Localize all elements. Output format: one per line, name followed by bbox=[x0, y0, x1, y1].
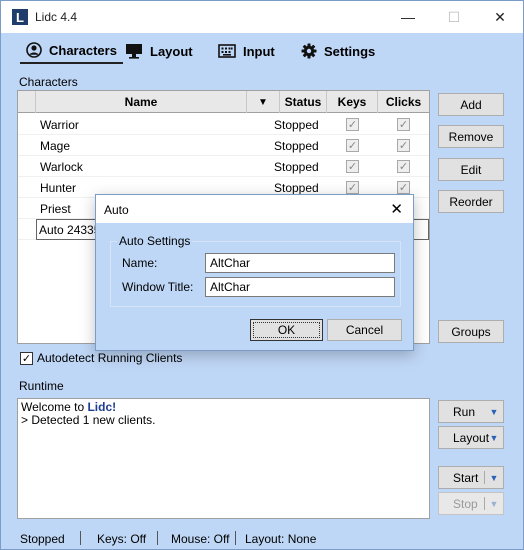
cell-status: Stopped bbox=[274, 117, 319, 132]
cell-name: Warrior bbox=[40, 117, 79, 132]
table-row[interactable]: Mage Stopped ✓ ✓ bbox=[18, 135, 429, 156]
name-field[interactable]: AltChar bbox=[205, 253, 395, 273]
auto-dialog: Auto ✕ Auto Settings Name: AltChar Windo… bbox=[95, 194, 414, 351]
user-icon bbox=[26, 42, 42, 58]
maximize-button[interactable]: ☐ bbox=[431, 1, 477, 33]
table-row[interactable]: Warlock Stopped ✓ ✓ bbox=[18, 156, 429, 177]
cancel-button[interactable]: Cancel bbox=[327, 319, 402, 341]
keys-checkbox[interactable]: ✓ bbox=[346, 139, 359, 152]
dropdown-arrow-icon: ▼ bbox=[489, 498, 499, 509]
monitor-icon bbox=[126, 44, 142, 59]
start-button[interactable]: Start ▼ bbox=[438, 466, 504, 489]
dialog-close-icon[interactable]: ✕ bbox=[390, 200, 403, 218]
tab-label: Characters bbox=[49, 42, 117, 58]
dropdown-arrow-icon: ▼ bbox=[489, 472, 499, 483]
column-header-status[interactable]: Status bbox=[280, 91, 327, 113]
tab-characters[interactable]: Characters bbox=[20, 38, 123, 64]
remove-button[interactable]: Remove bbox=[438, 125, 504, 148]
cell-name: Mage bbox=[40, 138, 71, 153]
column-header-name[interactable]: Name bbox=[36, 91, 247, 113]
clicks-checkbox[interactable]: ✓ bbox=[397, 181, 410, 194]
groups-button[interactable]: Groups bbox=[438, 320, 504, 343]
dropdown-arrow-icon: ▼ bbox=[489, 432, 499, 443]
auto-settings-group: Auto Settings Name: AltChar Window Title… bbox=[110, 234, 401, 307]
ok-button[interactable]: OK bbox=[250, 319, 323, 341]
window-title-field[interactable]: AltChar bbox=[205, 277, 395, 297]
runtime-log[interactable]: Welcome to Lidc! > Detected 1 new client… bbox=[17, 398, 430, 519]
tab-input[interactable]: Input bbox=[212, 38, 281, 64]
caret-down-icon: ▼ bbox=[258, 96, 268, 108]
keys-checkbox[interactable]: ✓ bbox=[346, 118, 359, 131]
clicks-checkbox[interactable]: ✓ bbox=[397, 160, 410, 173]
dialog-title: Auto bbox=[104, 203, 129, 217]
main-window: L Lidc 4.4 — ☐ ✕ Characters Layout Input… bbox=[0, 0, 524, 550]
runtime-section-label: Runtime bbox=[19, 379, 64, 393]
name-label: Name: bbox=[122, 256, 158, 270]
column-header-clicks[interactable]: Clicks bbox=[378, 91, 429, 113]
app-logo-icon: L bbox=[12, 9, 28, 25]
minimize-button[interactable]: — bbox=[385, 1, 431, 33]
keyboard-icon bbox=[218, 44, 236, 58]
column-dropdown[interactable]: ▼ bbox=[247, 91, 280, 113]
tab-settings[interactable]: Settings bbox=[295, 38, 381, 64]
autodetect-label: Autodetect Running Clients bbox=[37, 351, 183, 365]
tab-strip: Characters Layout Input Settings bbox=[1, 33, 523, 67]
characters-section-label: Characters bbox=[19, 75, 78, 89]
table-row[interactable]: Warrior Stopped ✓ ✓ bbox=[18, 114, 429, 135]
keys-checkbox[interactable]: ✓ bbox=[346, 181, 359, 194]
tab-label: Layout bbox=[150, 43, 193, 59]
edit-button[interactable]: Edit bbox=[438, 158, 504, 181]
close-button[interactable]: ✕ bbox=[477, 1, 523, 33]
stop-button[interactable]: Stop ▼ bbox=[438, 492, 504, 515]
group-label: Auto Settings bbox=[117, 234, 193, 248]
dialog-title-bar[interactable]: Auto ✕ bbox=[96, 195, 413, 223]
tab-label: Settings bbox=[324, 43, 376, 59]
status-layout: Layout: None bbox=[245, 532, 317, 546]
window-title-label: Window Title: bbox=[122, 280, 194, 294]
gear-icon bbox=[301, 43, 317, 59]
status-state: Stopped bbox=[20, 532, 65, 546]
status-mouse: Mouse: Off bbox=[171, 532, 230, 546]
status-keys: Keys: Off bbox=[97, 532, 147, 546]
run-button[interactable]: Run ▼ bbox=[438, 400, 504, 423]
title-bar[interactable]: L Lidc 4.4 — ☐ ✕ bbox=[1, 1, 523, 33]
add-button[interactable]: Add bbox=[438, 93, 504, 116]
log-line: > Detected 1 new clients. bbox=[21, 413, 156, 427]
dropdown-arrow-icon: ▼ bbox=[489, 406, 499, 417]
keys-checkbox[interactable]: ✓ bbox=[346, 160, 359, 173]
clicks-checkbox[interactable]: ✓ bbox=[397, 118, 410, 131]
cell-name: Warlock bbox=[40, 159, 83, 174]
layout-button[interactable]: Layout ▼ bbox=[438, 426, 504, 449]
autodetect-checkbox-row[interactable]: ✓ Autodetect Running Clients bbox=[20, 351, 182, 365]
reorder-button[interactable]: Reorder bbox=[438, 190, 504, 213]
grid-header: Name ▼ Status Keys Clicks bbox=[18, 91, 429, 113]
cell-status: Stopped bbox=[274, 159, 319, 174]
cell-status: Stopped bbox=[274, 138, 319, 153]
clicks-checkbox[interactable]: ✓ bbox=[397, 139, 410, 152]
tab-label: Input bbox=[243, 43, 275, 59]
column-header-keys[interactable]: Keys bbox=[327, 91, 378, 113]
autodetect-checkbox[interactable]: ✓ bbox=[20, 351, 33, 365]
tab-layout[interactable]: Layout bbox=[119, 38, 199, 64]
status-bar: Stopped Keys: Off Mouse: Off Layout: Non… bbox=[1, 528, 523, 549]
app-title: Lidc 4.4 bbox=[35, 10, 78, 24]
row-header-corner bbox=[18, 91, 36, 113]
